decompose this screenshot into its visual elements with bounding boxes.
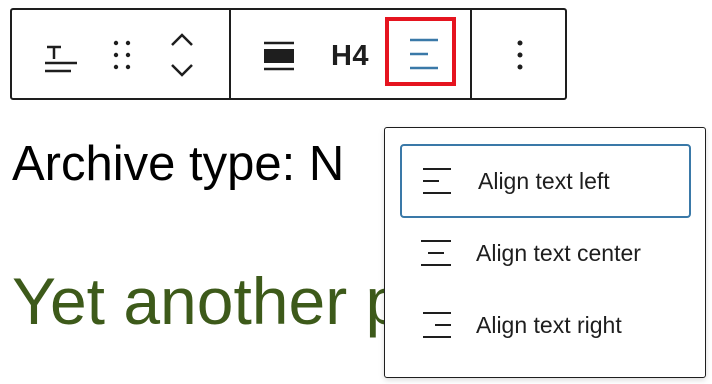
heading-level-button[interactable]: H4 (320, 32, 380, 80)
menu-item-align-center[interactable]: Align text center (400, 216, 691, 290)
align-full-width-icon (262, 39, 296, 73)
toolbar-separator (470, 10, 472, 98)
align-right-icon (404, 310, 468, 340)
highlight-annotation (385, 17, 456, 86)
heading-level-label: H4 (330, 39, 370, 72)
alignment-dropdown: Align text left Align text center Align … (384, 127, 706, 378)
align-left-icon (406, 166, 470, 196)
menu-item-label: Align text center (476, 239, 641, 266)
drag-handle-button[interactable] (102, 32, 142, 78)
archive-heading[interactable]: Archive type: N (12, 140, 344, 189)
another-heading[interactable]: Yet another p (12, 268, 402, 334)
transform-to-icon (43, 35, 79, 75)
block-toolbar: H4 (10, 8, 567, 100)
menu-item-align-right[interactable]: Align text right (400, 288, 691, 362)
menu-item-label: Align text right (476, 311, 622, 338)
move-up-down-icon (167, 29, 197, 81)
move-up-down-button[interactable] (162, 26, 202, 84)
more-options-button[interactable] (500, 32, 540, 78)
more-options-icon (515, 38, 525, 72)
menu-item-align-left[interactable]: Align text left (400, 144, 691, 218)
menu-item-label: Align text left (478, 167, 610, 194)
align-center-icon (404, 238, 468, 268)
drag-handle-icon (110, 37, 134, 73)
toolbar-separator (229, 10, 231, 98)
align-full-width-button[interactable] (257, 34, 301, 78)
transform-to-button[interactable] (36, 32, 86, 78)
